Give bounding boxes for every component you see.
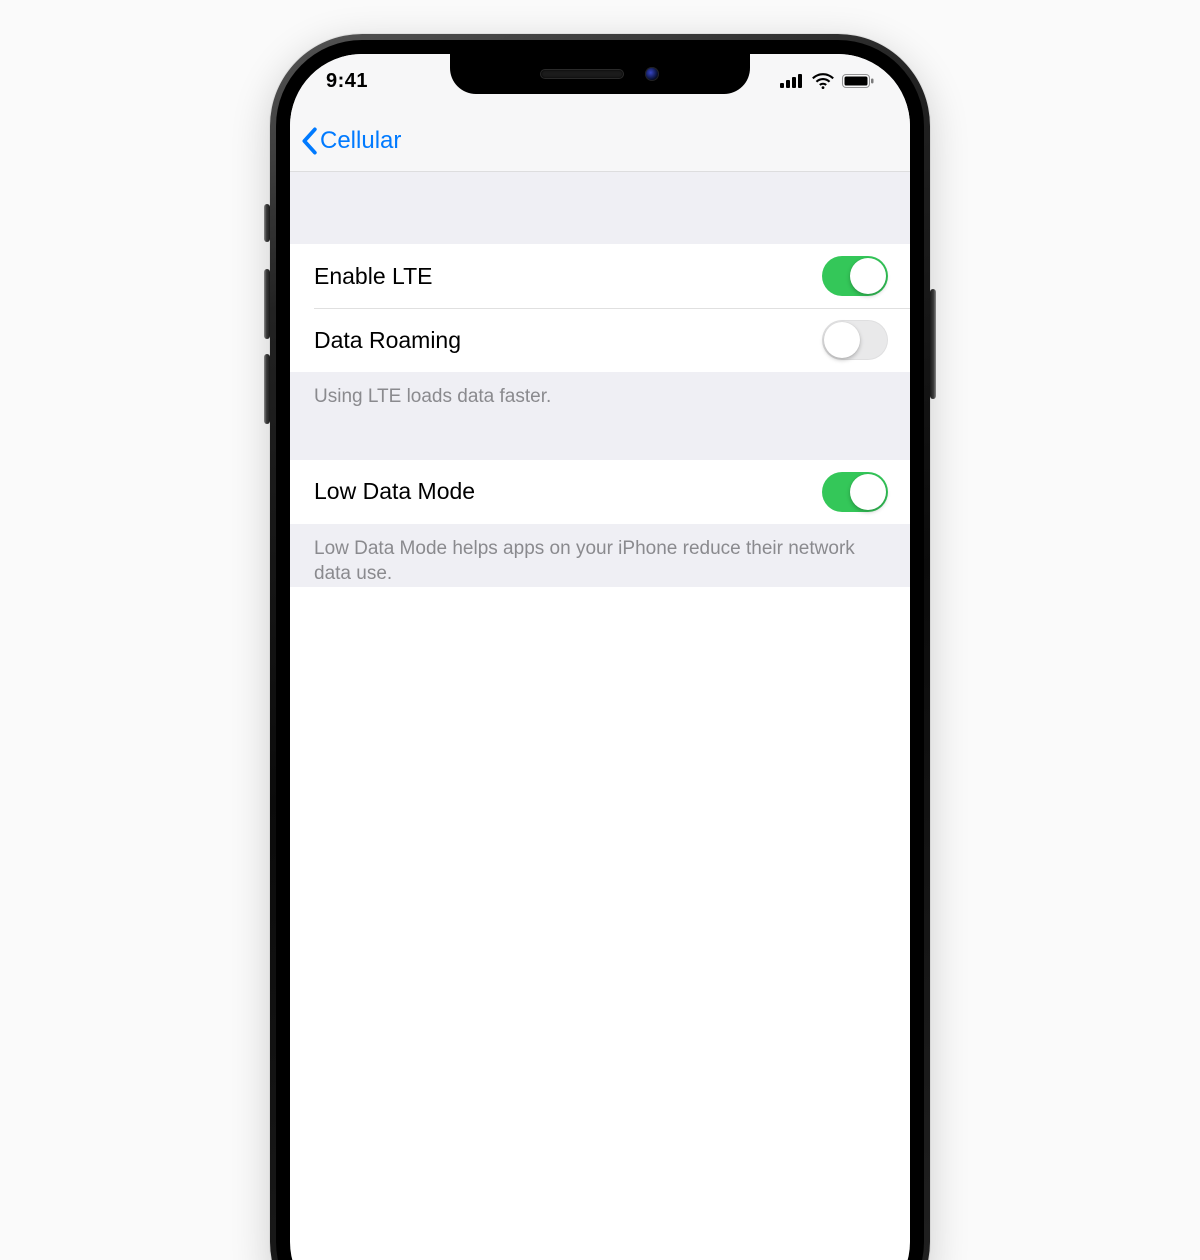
speaker-grill [541, 70, 623, 78]
nav-bar: Cellular [290, 110, 910, 172]
toggle-data-roaming[interactable] [822, 320, 888, 360]
phone-mockup: 9:41 [270, 34, 930, 1260]
row-enable-lte: Enable LTE [290, 244, 910, 308]
volume-up-button [264, 269, 270, 339]
status-time: 9:41 [326, 70, 368, 93]
volume-down-button [264, 354, 270, 424]
row-low-data-mode: Low Data Mode [290, 460, 910, 524]
notch [450, 54, 750, 94]
mute-switch [264, 204, 270, 242]
phone-frame: 9:41 [270, 34, 930, 1260]
row-label: Data Roaming [314, 327, 461, 354]
group-footer: Low Data Mode helps apps on your iPhone … [290, 524, 910, 587]
wifi-icon [812, 73, 834, 89]
side-button [930, 289, 936, 399]
settings-group-low-data: Low Data Mode [290, 460, 910, 524]
row-label: Enable LTE [314, 263, 432, 290]
battery-icon [842, 74, 874, 88]
settings-group-cellular-options: Enable LTE Data Roaming [290, 244, 910, 372]
cellular-signal-icon [780, 74, 804, 88]
row-data-roaming: Data Roaming [290, 308, 910, 372]
row-label: Low Data Mode [314, 478, 475, 505]
toggle-enable-lte[interactable] [822, 256, 888, 296]
back-label: Cellular [320, 127, 401, 155]
front-camera [645, 67, 659, 81]
status-icons [780, 73, 874, 89]
chevron-left-icon [300, 127, 318, 155]
screen: 9:41 [290, 54, 910, 1260]
group-footer: Using LTE loads data faster. [290, 372, 910, 410]
back-button[interactable]: Cellular [300, 127, 401, 155]
toggle-low-data-mode[interactable] [822, 472, 888, 512]
settings-content: Enable LTE Data Roaming Using LTE loads … [290, 172, 910, 587]
